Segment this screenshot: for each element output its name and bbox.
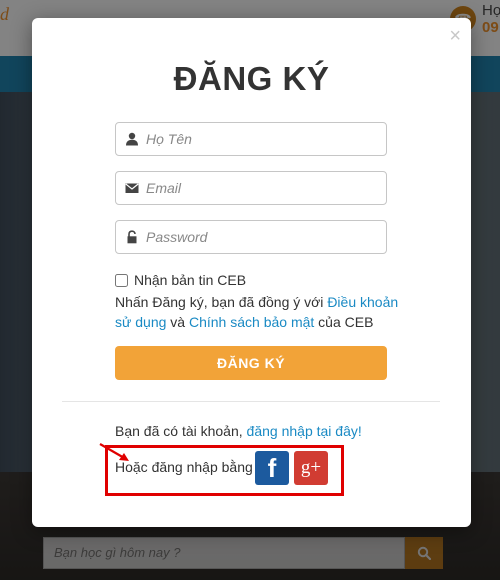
terms-notice: Nhấn Đăng ký, bạn đã đồng ý với Điều kho… <box>115 292 405 332</box>
terms-prefix: Nhấn Đăng ký, bạn đã đồng ý với <box>115 294 328 310</box>
register-button[interactable]: ĐĂNG KÝ <box>115 346 387 380</box>
login-prompt-text: Bạn đã có tài khoản, <box>115 423 247 439</box>
login-link[interactable]: đăng nhập tại đây! <box>247 423 362 439</box>
privacy-link[interactable]: Chính sách bảo mật <box>189 314 314 330</box>
google-plus-icon: g+ <box>300 457 322 478</box>
lock-icon <box>127 230 137 244</box>
facebook-login-button[interactable]: f <box>255 451 289 485</box>
newsletter-checkbox[interactable] <box>115 273 128 287</box>
user-icon <box>126 132 138 146</box>
email-input[interactable] <box>146 172 382 204</box>
facebook-icon: f <box>267 452 277 483</box>
newsletter-label: Nhận bản tin CEB <box>134 272 247 288</box>
name-input[interactable] <box>146 123 382 155</box>
terms-suffix: của CEB <box>314 314 374 330</box>
register-modal: × ĐĂNG KÝ Nhận bản tin CEB Nhấn Đăng ký,… <box>32 18 471 527</box>
terms-middle: và <box>166 314 189 330</box>
password-field[interactable] <box>115 220 387 254</box>
google-plus-login-button[interactable]: g+ <box>294 451 328 485</box>
close-button[interactable]: × <box>449 26 461 46</box>
newsletter-option[interactable]: Nhận bản tin CEB <box>115 272 246 288</box>
email-field[interactable] <box>115 171 387 205</box>
login-prompt: Bạn đã có tài khoản, đăng nhập tại đây! <box>115 423 362 439</box>
password-input[interactable] <box>146 221 382 253</box>
envelope-icon <box>125 183 139 193</box>
modal-title: ĐĂNG KÝ <box>173 60 330 97</box>
social-login-label: Hoặc đăng nhập bằng <box>115 459 253 475</box>
divider <box>62 401 440 402</box>
name-field[interactable] <box>115 122 387 156</box>
